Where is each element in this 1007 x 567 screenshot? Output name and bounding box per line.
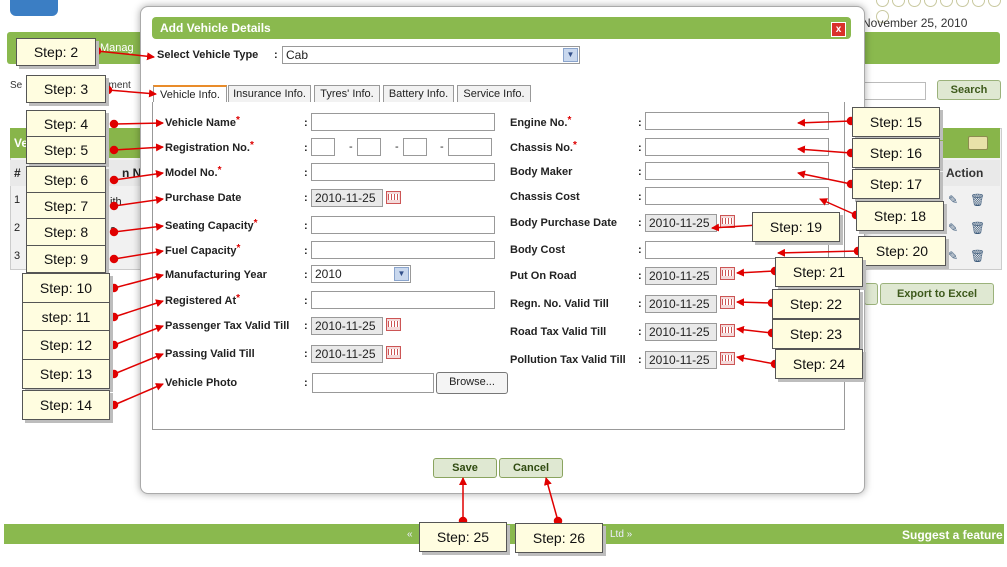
step-callout-3: Step: 3 (26, 75, 106, 103)
step-callout-14: Step: 14 (22, 390, 110, 420)
step-callout-10: Step: 10 (22, 273, 110, 303)
step-callout-15: Step: 15 (852, 107, 940, 137)
step-callout-12: Step: 12 (22, 330, 110, 360)
step-callout-9: Step: 9 (26, 245, 106, 273)
step-callout-16: Step: 16 (852, 138, 940, 168)
step-callout-7: Step: 7 (26, 192, 106, 220)
step-callout-25: Step: 25 (419, 522, 507, 552)
step-callout-13: Step: 13 (22, 359, 110, 389)
step-callout-17: Step: 17 (852, 169, 940, 199)
step-callout-19: Step: 19 (752, 212, 840, 242)
step-callout-21: Step: 21 (775, 257, 863, 287)
step-callout-18: Step: 18 (856, 201, 944, 231)
step-callout-2: Step: 2 (16, 38, 96, 66)
step-callout-4: Step: 4 (26, 110, 106, 138)
step-callout-23: Step: 23 (772, 319, 860, 349)
step-callout-26: Step: 26 (515, 523, 603, 553)
step-callout-20: Step: 20 (858, 236, 946, 266)
step-callout-24: Step: 24 (775, 349, 863, 379)
step-callout-6: Step: 6 (26, 166, 106, 194)
step-callout-8: Step: 8 (26, 218, 106, 246)
step-callout-5: Step: 5 (26, 136, 106, 164)
step-callout-11: step: 11 (22, 302, 110, 332)
step-callout-22: Step: 22 (772, 289, 860, 319)
